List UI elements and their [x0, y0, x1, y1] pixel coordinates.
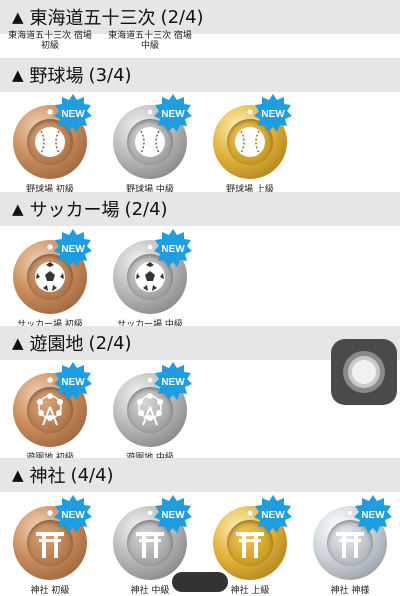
new-badge-text: NEW	[161, 377, 185, 388]
section-count: (2/4)	[124, 198, 168, 220]
new-badge-text: NEW	[61, 510, 85, 521]
new-badge-icon: NEW	[54, 229, 92, 267]
collapse-triangle-icon: ▲	[12, 8, 24, 26]
new-badge-text: NEW	[61, 109, 85, 120]
medal-soccer-beginner[interactable]: NEW サッカー場 初級	[0, 229, 100, 330]
collapse-triangle-icon: ▲	[12, 66, 24, 84]
silver-medal: NEW	[113, 94, 192, 179]
new-badge-text: NEW	[61, 244, 85, 255]
medal-soccer-intermediate[interactable]: NEW サッカー場 中級	[100, 229, 200, 330]
bronze-medal: NEW	[13, 229, 92, 314]
medal-baseball-beginner[interactable]: NEW 野球場 初級	[0, 94, 100, 195]
medal-shrine-beginner[interactable]: NEW 神社 初級	[0, 495, 100, 596]
medal-label: 東海道五十三次 宿場 中級	[108, 31, 192, 52]
new-badge-icon: NEW	[54, 94, 92, 132]
new-badge-text: NEW	[261, 510, 285, 521]
medal-label: 神社 初級	[30, 586, 70, 596]
section-title: 遊園地	[29, 334, 84, 355]
new-badge-text: NEW	[161, 109, 185, 120]
collapse-triangle-icon: ▲	[12, 200, 24, 218]
bronze-medal: NEW	[13, 495, 92, 580]
silver-medal: NEW	[113, 495, 192, 580]
medal-label: 東海道五十三次 宿場 初級	[8, 31, 92, 52]
new-badge-text: NEW	[61, 377, 85, 388]
section-count: (4/4)	[70, 464, 114, 486]
section-title: 東海道五十三次	[29, 8, 156, 29]
medal-tokaido-intermediate[interactable]: 東海道五十三次 宿場 中級	[100, 31, 200, 52]
new-badge-icon: NEW	[254, 94, 292, 132]
section-title: 神社	[29, 466, 66, 487]
section-count: (3/4)	[88, 64, 132, 86]
medal-tokaido-beginner[interactable]: 東海道五十三次 宿場 初級	[0, 31, 100, 52]
new-badge-text: NEW	[261, 109, 285, 120]
new-badge-text: NEW	[361, 510, 385, 521]
section-title: 野球場	[29, 66, 84, 87]
section-header-baseball[interactable]: ▲ 野球場 (3/4)	[0, 58, 400, 92]
new-badge-icon: NEW	[54, 495, 92, 533]
section-header-tokaido[interactable]: ▲ 東海道五十三次 (2/4)	[0, 0, 400, 34]
new-badge-icon: NEW	[254, 495, 292, 533]
new-badge-icon: NEW	[154, 94, 192, 132]
medal-amusement-park-intermediate[interactable]: NEW 遊園地 中級	[100, 362, 200, 463]
medal-baseball-intermediate[interactable]: NEW 野球場 中級	[100, 94, 200, 195]
assistive-touch-button[interactable]	[331, 339, 397, 405]
collapse-triangle-icon: ▲	[12, 466, 24, 484]
new-badge-text: NEW	[161, 510, 185, 521]
silver-medal: NEW	[113, 362, 192, 447]
section-count: (2/4)	[160, 6, 204, 28]
new-badge-icon: NEW	[154, 229, 192, 267]
medal-shrine-deity[interactable]: NEW 神社 神様	[300, 495, 400, 596]
section-header-shrine[interactable]: ▲ 神社 (4/4)	[0, 458, 400, 492]
section-title: サッカー場	[29, 200, 120, 221]
section-count: (2/4)	[88, 332, 132, 354]
new-badge-icon: NEW	[154, 362, 192, 400]
medal-label: 神社 神様	[330, 586, 370, 596]
new-badge-text: NEW	[161, 244, 185, 255]
medal-baseball-advanced[interactable]: NEW 野球場 上級	[200, 94, 300, 195]
silver-medal: NEW	[113, 229, 192, 314]
new-badge-icon: NEW	[354, 495, 392, 533]
gold-medal: NEW	[213, 94, 292, 179]
new-badge-icon: NEW	[154, 495, 192, 533]
medal-amusement-park-beginner[interactable]: NEW 遊園地 初級	[0, 362, 100, 463]
platinum-medal: NEW	[313, 495, 392, 580]
gold-medal: NEW	[213, 495, 292, 580]
new-badge-icon: NEW	[54, 362, 92, 400]
bronze-medal: NEW	[13, 362, 92, 447]
section-header-soccer[interactable]: ▲ サッカー場 (2/4)	[0, 192, 400, 226]
bronze-medal: NEW	[13, 94, 92, 179]
collapse-triangle-icon: ▲	[12, 334, 24, 352]
floating-control-stub[interactable]	[172, 572, 228, 592]
